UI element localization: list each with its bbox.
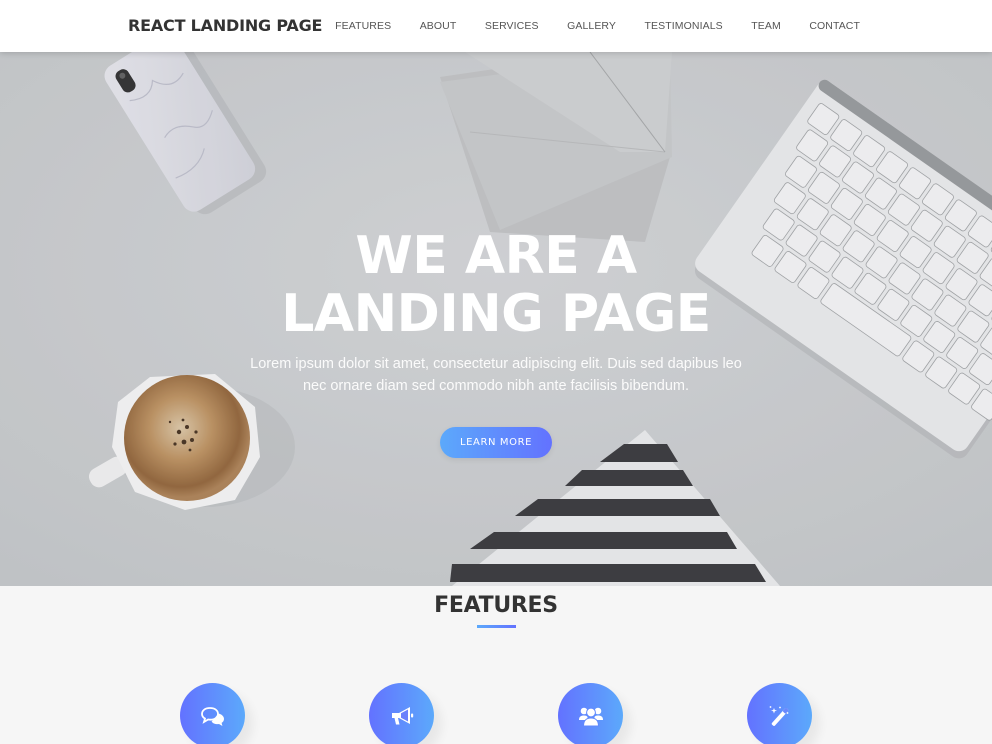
- learn-more-button[interactable]: LEARN MORE: [440, 427, 552, 458]
- comments-icon: [200, 706, 224, 726]
- hero-title-line2: LANDING PAGE: [281, 284, 711, 344]
- hero-subtitle: Lorem ipsum dolor sit amet, consectetur …: [250, 356, 742, 394]
- bullhorn-icon: [391, 706, 413, 724]
- feature-icon-magic: [747, 683, 812, 744]
- nav-link-contact[interactable]: CONTACT: [809, 20, 860, 32]
- navbar: REACT LANDING PAGE FEATURES ABOUT SERVIC…: [0, 0, 992, 52]
- nav-menu: FEATURES ABOUT SERVICES GALLERY TESTIMON…: [307, 20, 860, 32]
- nav-link-testimonials[interactable]: TESTIMONIALS: [645, 20, 723, 32]
- feature-icon-group: [558, 683, 623, 744]
- features-title: FEATURES: [434, 593, 558, 618]
- hero-section: WE ARE A LANDING PAGE Lorem ipsum dolor …: [0, 52, 992, 586]
- nav-link-gallery[interactable]: GALLERY: [567, 20, 616, 32]
- nav-link-about[interactable]: ABOUT: [420, 20, 457, 32]
- nav-link-services[interactable]: SERVICES: [485, 20, 539, 32]
- feature-icon-comments: [180, 683, 245, 744]
- hero-title: WE ARE A LANDING PAGE: [0, 227, 992, 343]
- hero-content: WE ARE A LANDING PAGE Lorem ipsum dolor …: [0, 227, 992, 397]
- magic-wand-icon: [769, 705, 788, 726]
- features-title-underline: [477, 625, 516, 628]
- hero-title-line1: WE ARE A: [355, 226, 637, 286]
- group-icon: [578, 707, 603, 726]
- nav-link-features[interactable]: FEATURES: [335, 20, 391, 32]
- nav-link-team[interactable]: TEAM: [751, 20, 781, 32]
- features-section: FEATURES: [0, 586, 992, 744]
- feature-icon-bullhorn: [369, 683, 434, 744]
- brand-logo-link[interactable]: REACT LANDING PAGE: [128, 16, 322, 35]
